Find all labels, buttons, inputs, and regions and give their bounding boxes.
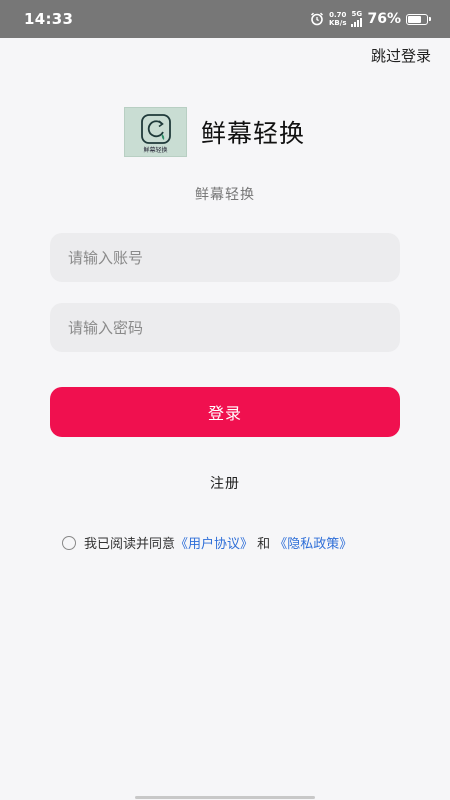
signal-bars — [351, 18, 363, 27]
status-bar: 14:33 0.70 KB/s 5G 76% — [0, 0, 450, 38]
battery-icon — [406, 13, 431, 25]
skip-login-button[interactable]: 跳过登录 — [371, 45, 431, 66]
status-icons: 0.70 KB/s 5G 76% — [310, 9, 431, 29]
agreement-conjunction: 和 — [253, 537, 275, 552]
password-input[interactable] — [50, 303, 400, 352]
alarm-icon — [310, 12, 324, 26]
brand-header: 鲜幕轻换 鲜幕轻换 — [124, 107, 305, 157]
signal-icon: 5G — [351, 10, 363, 27]
login-button[interactable]: 登录 — [50, 387, 400, 437]
battery-percent: 76% — [367, 11, 401, 27]
network-speed-value: 0.70 — [329, 11, 347, 19]
app-name: 鲜幕轻换 — [201, 119, 306, 148]
app-logo: 鲜幕轻换 — [124, 107, 187, 157]
status-time: 14:33 — [24, 10, 74, 28]
agreement-row: 我已阅读并同意 《用户协议》 和 《隐私政策》 — [62, 533, 352, 552]
logo-caption: 鲜幕轻换 — [143, 147, 168, 154]
network-speed: 0.70 KB/s — [329, 11, 346, 27]
account-input[interactable] — [50, 233, 400, 282]
network-speed-unit: KB/s — [329, 19, 347, 27]
refresh-icon — [141, 114, 171, 144]
network-type: 5G — [351, 10, 363, 18]
user-agreement-link[interactable]: 《用户协议》 — [175, 533, 253, 552]
agreement-checkbox[interactable] — [62, 535, 76, 550]
register-button[interactable]: 注册 — [0, 473, 450, 493]
home-indicator[interactable] — [135, 796, 315, 799]
app-subtitle: 鲜幕轻换 — [195, 187, 255, 203]
battery-fill — [408, 15, 422, 23]
privacy-policy-link[interactable]: 《隐私政策》 — [274, 533, 352, 552]
agreement-text: 我已阅读并同意 — [84, 537, 176, 552]
